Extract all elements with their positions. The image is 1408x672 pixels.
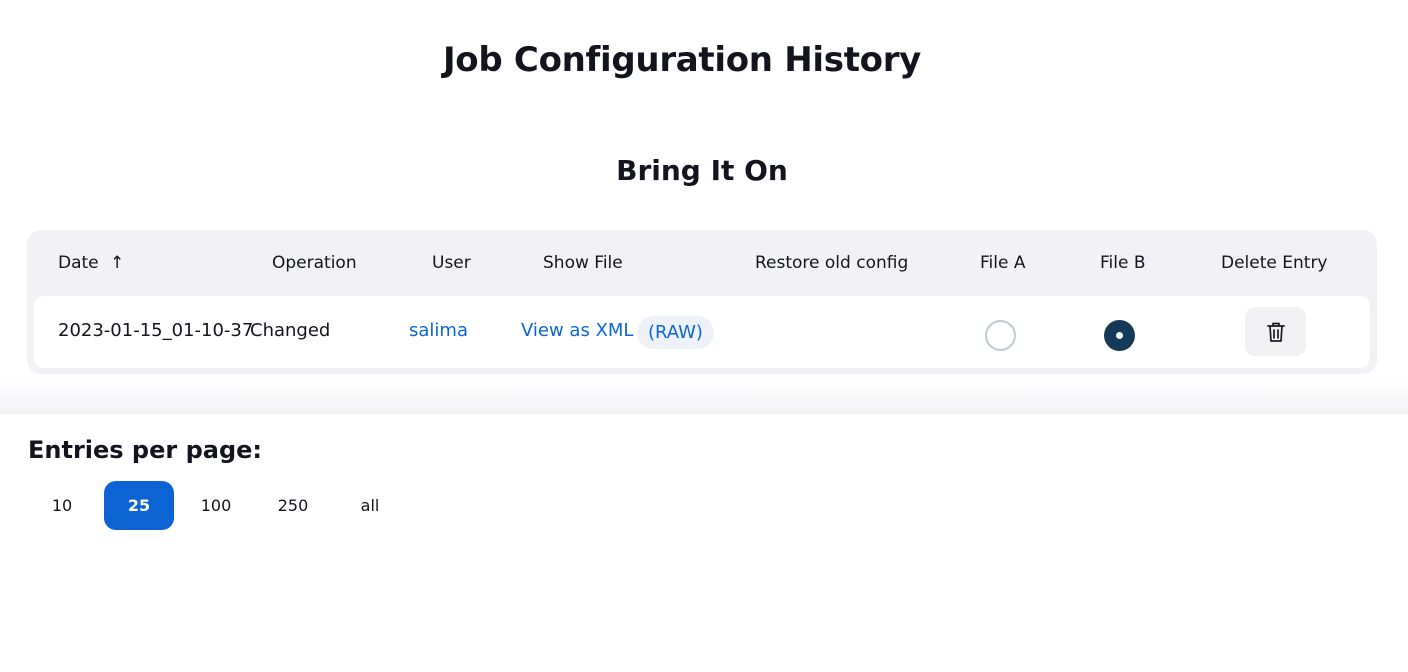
row-date: 2023-01-15_01-10-37 bbox=[58, 320, 254, 341]
raw-link[interactable]: (RAW) bbox=[637, 316, 714, 349]
page-size-all[interactable]: all bbox=[335, 481, 405, 530]
column-header-restore: Restore old config bbox=[755, 253, 909, 273]
entries-per-page-label: Entries per page: bbox=[28, 436, 263, 464]
trash-icon bbox=[1266, 322, 1285, 342]
page-size-250[interactable]: 250 bbox=[258, 481, 328, 530]
column-header-delete: Delete Entry bbox=[1221, 253, 1328, 273]
view-as-xml-link[interactable]: View as XML bbox=[521, 320, 633, 341]
page-title: Job Configuration History bbox=[442, 40, 922, 80]
page-size-10[interactable]: 10 bbox=[27, 481, 97, 530]
column-header-operation: Operation bbox=[272, 253, 357, 273]
row-operation: Changed bbox=[250, 320, 331, 341]
column-header-file-b: File B bbox=[1100, 253, 1146, 273]
pagination-section: Entries per page: 10 25 100 250 all bbox=[0, 414, 1408, 672]
column-header-date-label: Date bbox=[58, 253, 99, 273]
page-size-100[interactable]: 100 bbox=[181, 481, 251, 530]
sort-ascending-icon: ↑ bbox=[110, 253, 125, 273]
column-header-date[interactable]: Date ↑ bbox=[58, 253, 124, 273]
history-table: Date ↑ Operation User Show File Restore … bbox=[27, 230, 1377, 374]
row-user-link[interactable]: salima bbox=[409, 320, 468, 341]
job-name-heading: Bring It On bbox=[616, 154, 788, 187]
file-a-radio[interactable] bbox=[985, 320, 1016, 351]
column-header-file-a: File A bbox=[980, 253, 1026, 273]
column-header-show-file: Show File bbox=[543, 253, 623, 273]
divider-shadow bbox=[0, 374, 1408, 414]
column-header-user: User bbox=[432, 253, 471, 273]
delete-entry-button[interactable] bbox=[1245, 307, 1306, 356]
table-row: 2023-01-15_01-10-37 Changed salima View … bbox=[34, 296, 1370, 368]
file-b-radio[interactable] bbox=[1104, 320, 1135, 351]
page-size-25[interactable]: 25 bbox=[104, 481, 174, 530]
